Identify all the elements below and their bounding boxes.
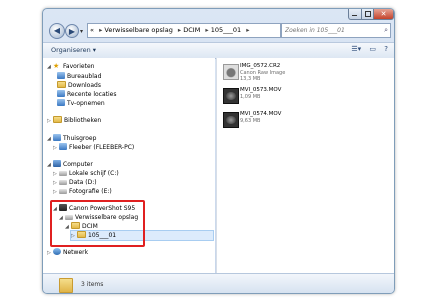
explorer-window: ✕ ◀ ▶ ▾ « ▸ Verwisselbare opslag ▸ DCIM …	[42, 8, 395, 294]
drive-icon	[59, 189, 67, 194]
downloads-folder-icon	[57, 81, 66, 88]
item-count: 3 items	[81, 281, 104, 288]
breadcrumb-separator: ▸	[177, 26, 182, 34]
close-button[interactable]: ✕	[373, 9, 394, 20]
folder-icon	[59, 278, 73, 293]
search-icon[interactable]: ⌕	[384, 24, 388, 37]
search-input[interactable]	[282, 24, 377, 37]
nav-lokale-schijf[interactable]: ▷ Lokale schijf (C:)	[53, 169, 119, 178]
help-icon[interactable]: ?	[384, 45, 388, 53]
breadcrumb-105-01[interactable]: 105___01	[211, 26, 241, 34]
file-item[interactable]: MVI_0574.MOV 9,63 MB	[223, 110, 393, 136]
recent-places-icon	[57, 90, 65, 97]
address-bar[interactable]: « ▸ Verwisselbare opslag ▸ DCIM ▸ 105___…	[87, 23, 316, 38]
file-size: 13,3 MB	[240, 76, 261, 82]
raw-image-thumbnail	[223, 64, 239, 80]
file-item[interactable]: IMG_0572.CR2 Canon Raw Image 13,3 MB	[223, 62, 393, 88]
file-item[interactable]: MVI_0573.MOV 1,09 MB	[223, 86, 393, 112]
library-icon	[53, 116, 62, 123]
breadcrumb-separator: ▸	[246, 26, 250, 34]
nav-netwerk[interactable]: ▷ Netwerk	[47, 248, 88, 257]
nav-fotografie-e[interactable]: ▷ Fotografie (E:)	[53, 187, 112, 196]
file-list: IMG_0572.CR2 Canon Raw Image 13,3 MB MVI…	[216, 58, 394, 273]
organize-button[interactable]: Organiseren ▾	[51, 46, 96, 54]
file-name: MVI_0573.MOV	[240, 87, 282, 93]
nav-computer[interactable]: ◢ Computer	[47, 160, 93, 169]
back-button[interactable]: ◀	[49, 23, 65, 39]
user-icon	[59, 143, 67, 150]
command-bar: Organiseren ▾ ☰▾ ▭ ?	[43, 42, 394, 59]
drive-icon	[59, 180, 67, 185]
network-icon	[53, 248, 61, 255]
computer-icon	[53, 160, 61, 167]
nav-downloads[interactable]: Downloads	[57, 81, 101, 90]
search-box[interactable]: ⌕	[281, 23, 391, 38]
highlight-box	[50, 200, 145, 247]
nav-favorites[interactable]: ◢ ★ Favorieten	[47, 62, 94, 71]
nav-tv-opnemen[interactable]: Tv-opnemen	[57, 99, 105, 108]
file-size: 9,63 MB	[240, 118, 261, 124]
nav-recente-locaties[interactable]: Recente locaties	[57, 90, 117, 99]
video-thumbnail	[223, 112, 239, 128]
file-name: MVI_0574.MOV	[240, 111, 282, 117]
file-size: 1,09 MB	[240, 94, 261, 100]
nav-fleeber[interactable]: ▷ Fleeber (FLEEBER-PC)	[53, 143, 134, 152]
breadcrumb-separator: ▸	[99, 26, 103, 34]
address-row: ◀ ▶ ▾ « ▸ Verwisselbare opslag ▸ DCIM ▸ …	[43, 21, 394, 41]
preview-pane-icon[interactable]: ▭	[369, 45, 376, 53]
minimize-button[interactable]	[348, 9, 362, 20]
file-name: IMG_0572.CR2	[240, 63, 281, 69]
breadcrumb-dcim[interactable]: DCIM	[183, 26, 200, 34]
drive-icon	[59, 171, 67, 176]
homegroup-icon	[53, 134, 61, 141]
tv-icon	[57, 99, 65, 106]
recent-pages-dropdown-icon[interactable]: ▾	[80, 28, 83, 35]
star-icon: ★	[53, 62, 60, 70]
nav-data-d[interactable]: ▷ Data (D:)	[53, 178, 97, 187]
nav-bureaublad[interactable]: Bureaublad	[57, 72, 101, 81]
nav-bibliotheken[interactable]: ▷ Bibliotheken	[47, 116, 101, 125]
breadcrumb-verwisselbare-opslag[interactable]: Verwisselbare opslag	[104, 26, 172, 34]
nav-thuisgroep[interactable]: ◢ Thuisgroep	[47, 134, 96, 143]
video-thumbnail	[223, 88, 239, 104]
navigation-pane: ◢ ★ Favorieten Bureaublad Downloads Recent…	[43, 58, 215, 273]
details-pane: 3 items	[43, 273, 394, 293]
desktop-icon	[57, 72, 65, 79]
view-options-icon[interactable]: ☰▾	[351, 45, 361, 53]
forward-button[interactable]: ▶	[65, 24, 79, 38]
folder-icon: «	[90, 26, 94, 34]
breadcrumb-separator: ▸	[205, 26, 209, 34]
